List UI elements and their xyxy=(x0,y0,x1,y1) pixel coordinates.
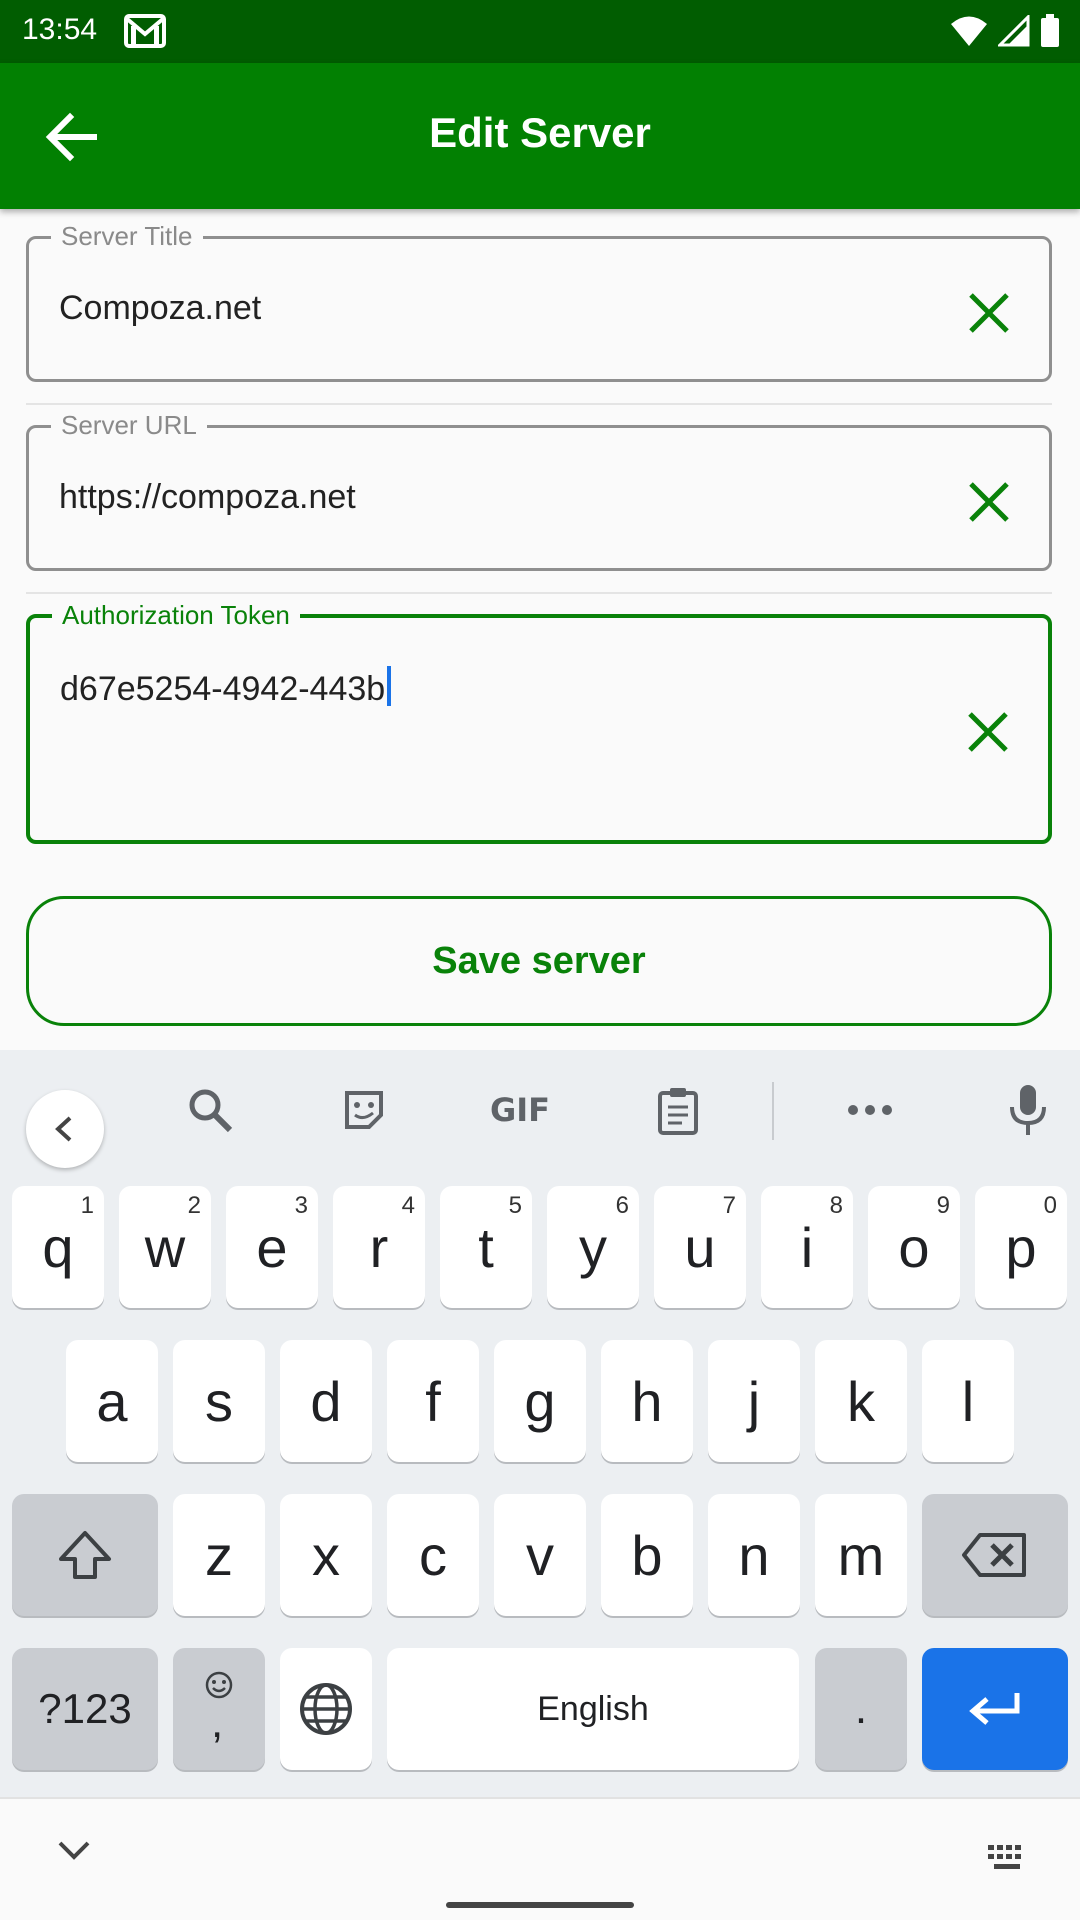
clear-server-url-icon[interactable] xyxy=(967,480,1011,524)
gif-icon[interactable]: GIF xyxy=(490,1080,550,1140)
key-c[interactable]: c xyxy=(387,1494,479,1616)
shift-key[interactable] xyxy=(12,1494,158,1616)
globe-icon xyxy=(300,1683,352,1735)
comma-label: , xyxy=(211,1698,224,1747)
key-t[interactable]: t5 xyxy=(440,1186,532,1308)
key-b[interactable]: b xyxy=(601,1494,693,1616)
key-v[interactable]: v xyxy=(494,1494,586,1616)
server-title-field[interactable]: Server Title Compoza.net xyxy=(26,221,1052,382)
authorization-token-field[interactable]: Authorization Token d67e5254-4942-443b xyxy=(26,600,1052,844)
key-q[interactable]: q1 xyxy=(12,1186,104,1308)
gmail-icon xyxy=(124,14,166,53)
server-title-value: Compoza.net xyxy=(59,289,262,327)
symbols-key[interactable]: ?123 xyxy=(12,1648,158,1770)
enter-key[interactable] xyxy=(922,1648,1068,1770)
key-f[interactable]: f xyxy=(387,1340,479,1462)
key-g[interactable]: g xyxy=(494,1340,586,1462)
cellular-signal-icon xyxy=(996,13,1030,52)
clear-server-title-icon[interactable] xyxy=(967,291,1011,335)
server-url-value: https://compoza.net xyxy=(59,478,356,516)
home-gesture-handle[interactable] xyxy=(446,1902,634,1908)
wifi-icon xyxy=(950,15,988,52)
key-n[interactable]: n xyxy=(708,1494,800,1616)
key-z[interactable]: z xyxy=(173,1494,265,1616)
toolbar-collapse-button[interactable] xyxy=(26,1090,104,1168)
server-url-field[interactable]: Server URL https://compoza.net xyxy=(26,410,1052,571)
more-options-icon[interactable] xyxy=(840,1080,900,1140)
period-key[interactable]: . xyxy=(815,1648,907,1770)
keyboard-toolbar: GIF xyxy=(0,1050,1080,1170)
text-cursor xyxy=(387,666,392,706)
key-p[interactable]: p0 xyxy=(975,1186,1067,1308)
key-l[interactable]: l xyxy=(922,1340,1014,1462)
soft-keyboard: GIF q1 w2 e3 r4 t5 y6 u7 i8 o9 p0 a s d … xyxy=(0,1050,1080,1797)
key-y[interactable]: y6 xyxy=(547,1186,639,1308)
key-r[interactable]: r4 xyxy=(333,1186,425,1308)
key-k[interactable]: k xyxy=(815,1340,907,1462)
key-a[interactable]: a xyxy=(66,1340,158,1462)
save-server-button[interactable]: Save server xyxy=(26,896,1052,1026)
authorization-token-value: d67e5254-4942-443b xyxy=(60,666,392,709)
emoji-comma-key[interactable]: , xyxy=(173,1648,265,1770)
navigation-bar xyxy=(0,1797,1080,1920)
backspace-key[interactable] xyxy=(922,1494,1068,1616)
divider xyxy=(26,403,1052,405)
key-m[interactable]: m xyxy=(815,1494,907,1616)
status-time: 13:54 xyxy=(22,13,98,46)
key-o[interactable]: o9 xyxy=(868,1186,960,1308)
hide-keyboard-chevron-icon[interactable] xyxy=(56,1839,92,1866)
toolbar-divider xyxy=(772,1082,774,1140)
battery-icon xyxy=(1040,14,1060,53)
language-key[interactable] xyxy=(280,1648,372,1770)
app-bar: Edit Server xyxy=(0,63,1080,209)
divider xyxy=(26,592,1052,594)
clipboard-icon[interactable] xyxy=(648,1080,708,1140)
key-j[interactable]: j xyxy=(708,1340,800,1462)
emoji-icon xyxy=(205,1671,233,1699)
page-title: Edit Server xyxy=(429,109,651,156)
key-d[interactable]: d xyxy=(280,1340,372,1462)
space-key[interactable]: English xyxy=(387,1648,799,1770)
enter-icon xyxy=(969,1693,1020,1725)
search-icon[interactable] xyxy=(180,1080,240,1140)
key-x[interactable]: x xyxy=(280,1494,372,1616)
status-bar: 13:54 xyxy=(0,0,1080,63)
key-h[interactable]: h xyxy=(601,1340,693,1462)
server-url-label: Server URL xyxy=(51,410,207,441)
shift-icon xyxy=(59,1531,111,1579)
authorization-token-label: Authorization Token xyxy=(52,600,300,631)
key-w[interactable]: w2 xyxy=(119,1186,211,1308)
backspace-icon xyxy=(962,1533,1026,1577)
clear-authorization-token-icon[interactable] xyxy=(966,710,1010,754)
key-s[interactable]: s xyxy=(173,1340,265,1462)
key-u[interactable]: u7 xyxy=(654,1186,746,1308)
key-e[interactable]: e3 xyxy=(226,1186,318,1308)
sticker-icon[interactable] xyxy=(334,1080,394,1140)
keyboard-switch-icon[interactable] xyxy=(986,1843,1028,1878)
server-title-label: Server Title xyxy=(51,221,203,252)
key-i[interactable]: i8 xyxy=(761,1186,853,1308)
microphone-icon[interactable] xyxy=(998,1080,1058,1140)
